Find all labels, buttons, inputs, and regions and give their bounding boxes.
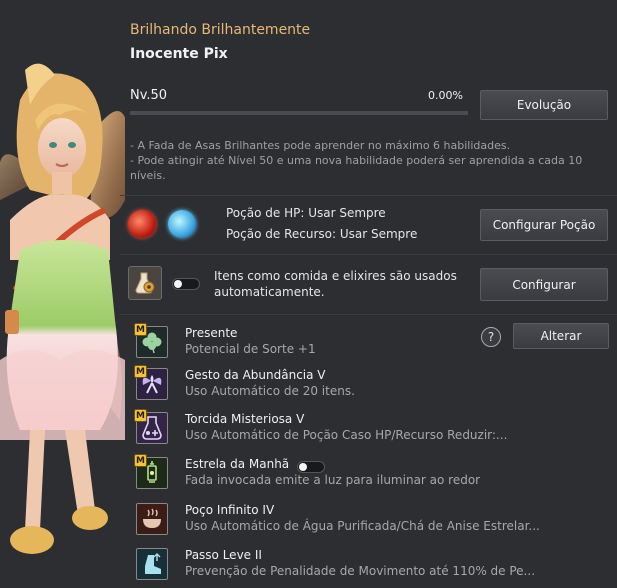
level-label: Nv.50	[130, 88, 168, 103]
skill-description: Prevenção de Penalidade de Movimento até…	[185, 564, 536, 578]
skill-row[interactable]: M Presente Potencial de Sorte +1	[120, 322, 617, 362]
mastery-badge: M	[134, 409, 147, 422]
xp-percent: 0.00%	[428, 89, 463, 102]
pet-name: Inocente Pix	[130, 46, 228, 62]
resource-potion-icon	[168, 210, 196, 238]
skill-row[interactable]: Passo Leve II Prevenção de Penalidade de…	[120, 544, 617, 584]
skill-description: Uso Automático de Poção Caso HP/Recurso …	[185, 428, 508, 442]
configure-button[interactable]: Configurar	[480, 268, 608, 301]
pet-title: Brilhando Brilhantemente	[130, 22, 311, 38]
skill-row[interactable]: M Estrela da Manhã Fada invocada emite a…	[120, 453, 617, 493]
boot-icon	[136, 548, 168, 580]
skill-row[interactable]: Poço Infinito IV Uso Automático de Água …	[120, 499, 617, 539]
hp-potion-icon	[128, 210, 156, 238]
skill-name: Estrela da Manhã	[185, 457, 290, 471]
resource-potion-setting: Poção de Recurso: Usar Sempre	[226, 227, 418, 241]
skill-name: Passo Leve II	[185, 548, 262, 562]
lantern-icon: M	[134, 454, 168, 489]
skill-name: Poço Infinito IV	[185, 503, 275, 517]
description-line-2: - Pode atingir até Nível 50 e uma nova h…	[130, 154, 583, 182]
morning-star-toggle[interactable]	[297, 461, 325, 473]
evolve-button[interactable]: Evolução	[480, 90, 608, 120]
auto-use-text: Itens como comida e elixires são usados …	[214, 269, 457, 299]
skill-description: Uso Automático de 20 itens.	[185, 384, 355, 398]
divider	[120, 314, 617, 315]
auto-use-icon	[128, 266, 162, 300]
pet-info-panel: Brilhando Brilhantemente Inocente Pix Nv…	[120, 0, 617, 588]
description-line-1: - A Fada de Asas Brilhantes pode aprende…	[130, 139, 511, 152]
toggle-knob	[299, 463, 307, 471]
pet-window: Brilhando Brilhantemente Inocente Pix Nv…	[0, 0, 617, 588]
skill-row[interactable]: M Torcida Misteriosa V Uso Automático de…	[120, 408, 617, 448]
xp-bar	[130, 111, 468, 115]
skill-name: Torcida Misteriosa V	[185, 412, 305, 426]
mastery-badge: M	[134, 454, 147, 467]
fairy-icon: M	[134, 365, 168, 400]
bowl-icon	[136, 503, 168, 535]
fairy-portrait	[0, 60, 125, 588]
skill-row[interactable]: M Gesto da Abundância V Uso Automático d…	[120, 364, 617, 404]
divider	[120, 195, 617, 196]
skill-description: Potencial de Sorte +1	[185, 342, 316, 356]
skill-description: Fada invocada emite a luz para iluminar …	[185, 473, 481, 487]
auto-use-toggle[interactable]	[172, 278, 200, 290]
flask-icon: M	[134, 409, 168, 444]
skill-name: Gesto da Abundância V	[185, 368, 326, 382]
clover-icon: M	[134, 323, 168, 358]
hp-potion-setting: Poção de HP: Usar Sempre	[226, 206, 386, 220]
mastery-badge: M	[134, 365, 147, 378]
mastery-badge: M	[134, 323, 147, 336]
pet-description: - A Fada de Asas Brilhantes pode aprende…	[130, 138, 600, 183]
skill-name: Presente	[185, 326, 238, 340]
toggle-knob	[174, 280, 182, 288]
skill-description: Uso Automático de Água Purificada/Chá de…	[185, 519, 540, 533]
configure-potion-button[interactable]: Configurar Poção	[480, 209, 608, 241]
divider	[120, 254, 617, 255]
